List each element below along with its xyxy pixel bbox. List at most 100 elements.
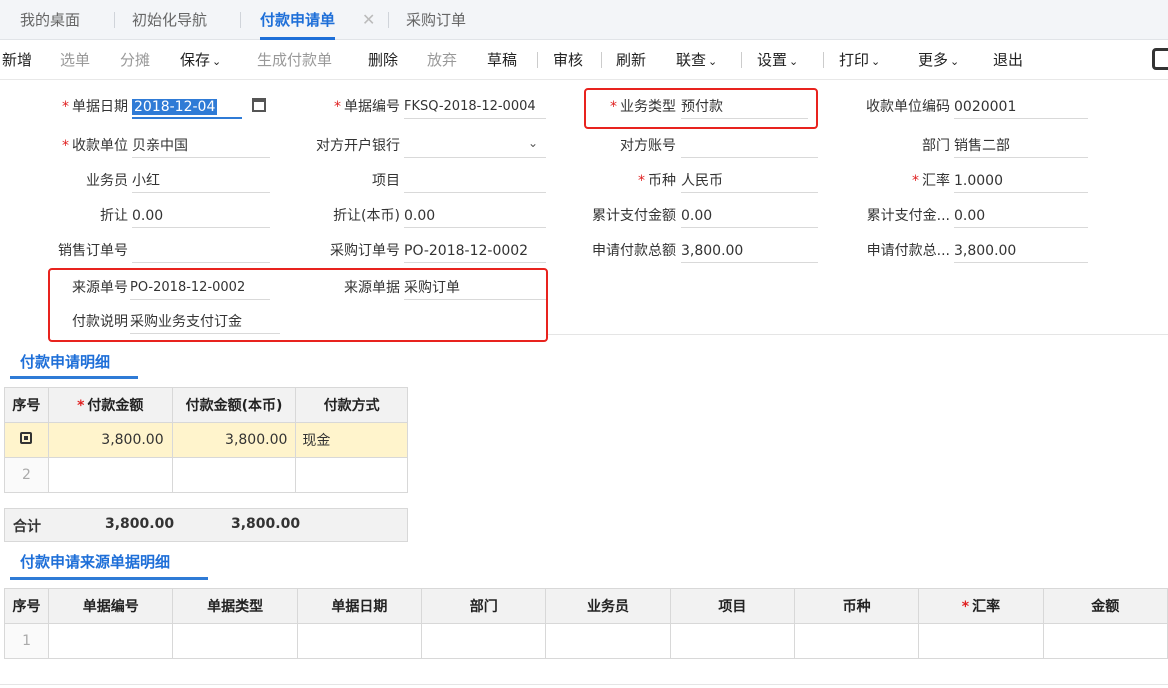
col-dept: 部门 bbox=[421, 588, 547, 624]
paid-total-local-label: 累计支付金... bbox=[866, 208, 950, 224]
payee-label: * 收款单位 bbox=[62, 138, 128, 154]
more-button[interactable]: 更多 ⌄ bbox=[918, 40, 959, 80]
tab-init-nav[interactable]: 初始化导航 bbox=[132, 0, 207, 40]
dept-label: 部门 bbox=[922, 138, 950, 154]
salesman-label: 业务员 bbox=[86, 173, 128, 189]
rate-field[interactable]: 1.0000 bbox=[954, 169, 1088, 193]
col-project: 项目 bbox=[669, 588, 795, 624]
divider bbox=[548, 334, 1168, 335]
rate-label: * 汇率 bbox=[912, 173, 950, 189]
doc-date-input[interactable]: 2018-12-04 bbox=[132, 95, 242, 119]
highlight-box-biz-type bbox=[584, 88, 818, 129]
account-field[interactable] bbox=[681, 134, 818, 158]
tab-purchase-order[interactable]: 采购订单 bbox=[406, 0, 466, 40]
doc-no-cell[interactable] bbox=[48, 623, 174, 659]
exit-button[interactable]: 退出 bbox=[993, 40, 1023, 80]
amount-local-cell[interactable]: 3,800.00 bbox=[171, 422, 297, 458]
paid-total-field[interactable]: 0.00 bbox=[681, 204, 818, 228]
source-table: 序号 单据编号 单据类型 单据日期 部门 业务员 项目 币种 * 汇率 金额 1 bbox=[3, 588, 1168, 659]
refresh-button[interactable]: 刷新 bbox=[616, 40, 646, 80]
select-button[interactable]: 选单 bbox=[60, 40, 90, 80]
method-cell[interactable]: 现金 bbox=[295, 422, 408, 458]
discard-button[interactable]: 放弃 bbox=[427, 40, 457, 80]
so-no-field[interactable] bbox=[132, 239, 270, 263]
payee-code-field[interactable]: 0020001 bbox=[954, 95, 1088, 119]
generate-payment-button[interactable]: 生成付款单 bbox=[257, 40, 332, 80]
toolbar-divider bbox=[823, 52, 824, 68]
doc-type-cell[interactable] bbox=[172, 623, 298, 659]
link-query-label: 联查 bbox=[676, 51, 707, 69]
settings-button[interactable]: 设置 ⌄ bbox=[757, 40, 798, 80]
row-settings-cell[interactable] bbox=[4, 422, 49, 458]
chevron-down-icon: ⌄ bbox=[212, 55, 222, 68]
print-label: 打印 bbox=[839, 51, 870, 69]
discount-local-field[interactable]: 0.00 bbox=[404, 204, 546, 228]
tab-divider bbox=[240, 12, 241, 28]
table-row[interactable]: 1 bbox=[3, 623, 1168, 659]
delete-button[interactable]: 删除 bbox=[368, 40, 398, 80]
chevron-down-icon[interactable]: ⌄ bbox=[528, 136, 538, 150]
camera-icon[interactable] bbox=[1152, 48, 1168, 70]
section-underline bbox=[10, 376, 138, 379]
dept-field[interactable]: 销售二部 bbox=[954, 134, 1088, 158]
draft-button[interactable]: 草稿 bbox=[487, 40, 517, 80]
link-query-button[interactable]: 联查 ⌄ bbox=[676, 40, 717, 80]
tab-bar: 我的桌面 初始化导航 付款申请单 ✕ 采购订单 bbox=[0, 0, 1168, 40]
currency-field[interactable]: 人民币 bbox=[681, 169, 818, 193]
discount-local-label: 折让(本币) bbox=[333, 208, 400, 224]
calendar-icon[interactable] bbox=[252, 98, 266, 112]
amount-cell[interactable] bbox=[1042, 623, 1168, 659]
doc-date-value: 2018-12-04 bbox=[132, 99, 218, 115]
doc-no-field[interactable]: FKSQ-2018-12-0004 bbox=[404, 95, 546, 119]
more-label: 更多 bbox=[918, 51, 949, 69]
paid-total-local-field[interactable]: 0.00 bbox=[954, 204, 1088, 228]
salesman-field[interactable]: 小红 bbox=[132, 169, 270, 193]
method-cell[interactable] bbox=[295, 457, 408, 493]
chevron-down-icon: ⌄ bbox=[708, 55, 718, 68]
print-button[interactable]: 打印 ⌄ bbox=[839, 40, 880, 80]
tab-payment-request[interactable]: 付款申请单 bbox=[260, 0, 336, 40]
amount-cell[interactable]: 3,800.00 bbox=[47, 422, 173, 458]
section-underline bbox=[10, 577, 208, 580]
chevron-down-icon: ⌄ bbox=[789, 55, 799, 68]
dept-cell[interactable] bbox=[421, 623, 547, 659]
table-header-row: 序号 单据编号 单据类型 单据日期 部门 业务员 项目 币种 * 汇率 金额 bbox=[3, 588, 1168, 624]
project-cell[interactable] bbox=[669, 623, 795, 659]
detail-table: 序号 * 付款金额 付款金额(本币) 付款方式 3,800.00 3,800.00… bbox=[4, 387, 408, 493]
gear-icon[interactable] bbox=[20, 432, 33, 444]
close-icon[interactable]: ✕ bbox=[362, 0, 375, 40]
allocate-button[interactable]: 分摊 bbox=[120, 40, 150, 80]
discount-field[interactable]: 0.00 bbox=[132, 204, 270, 228]
salesman-cell[interactable] bbox=[545, 623, 671, 659]
project-field[interactable] bbox=[404, 169, 546, 193]
new-button[interactable]: 新增 bbox=[2, 40, 32, 80]
doc-no-label: * 单据编号 bbox=[334, 99, 400, 115]
tab-desktop[interactable]: 我的桌面 bbox=[20, 0, 80, 40]
currency-label: * 币种 bbox=[638, 173, 676, 189]
amount-local-cell[interactable] bbox=[171, 457, 297, 493]
po-no-field[interactable]: PO-2018-12-0002 bbox=[404, 239, 546, 263]
table-header-row: 序号 * 付款金额 付款金额(本币) 付款方式 bbox=[4, 387, 408, 423]
sum-amount: 3,800.00 bbox=[105, 516, 175, 532]
seq-cell: 2 bbox=[4, 457, 49, 493]
bank-select[interactable] bbox=[404, 134, 546, 158]
apply-total-local-field[interactable]: 3,800.00 bbox=[954, 239, 1088, 263]
tab-divider bbox=[388, 12, 389, 28]
apply-total-field[interactable]: 3,800.00 bbox=[681, 239, 818, 263]
payee-code-label: 收款单位编码 bbox=[866, 99, 950, 115]
table-row[interactable]: 3,800.00 3,800.00 现金 bbox=[4, 422, 408, 458]
rate-cell[interactable] bbox=[918, 623, 1044, 659]
currency-cell[interactable] bbox=[793, 623, 920, 659]
project-label: 项目 bbox=[372, 173, 400, 189]
tab-divider bbox=[114, 12, 115, 28]
col-amount: * 付款金额 bbox=[47, 387, 173, 423]
doc-date-cell[interactable] bbox=[296, 623, 423, 659]
save-button[interactable]: 保存 ⌄ bbox=[180, 40, 221, 80]
seq-cell: 1 bbox=[3, 623, 50, 659]
col-seq: 序号 bbox=[4, 387, 49, 423]
audit-button[interactable]: 审核 bbox=[553, 40, 583, 80]
table-row[interactable]: 2 bbox=[4, 457, 408, 493]
amount-cell[interactable] bbox=[47, 457, 173, 493]
payee-field[interactable]: 贝亲中国 bbox=[132, 134, 270, 158]
toolbar: 新增 选单 分摊 保存 ⌄ 生成付款单 删除 放弃 草稿 审核 刷新 联查 ⌄ 设置… bbox=[0, 40, 1168, 80]
